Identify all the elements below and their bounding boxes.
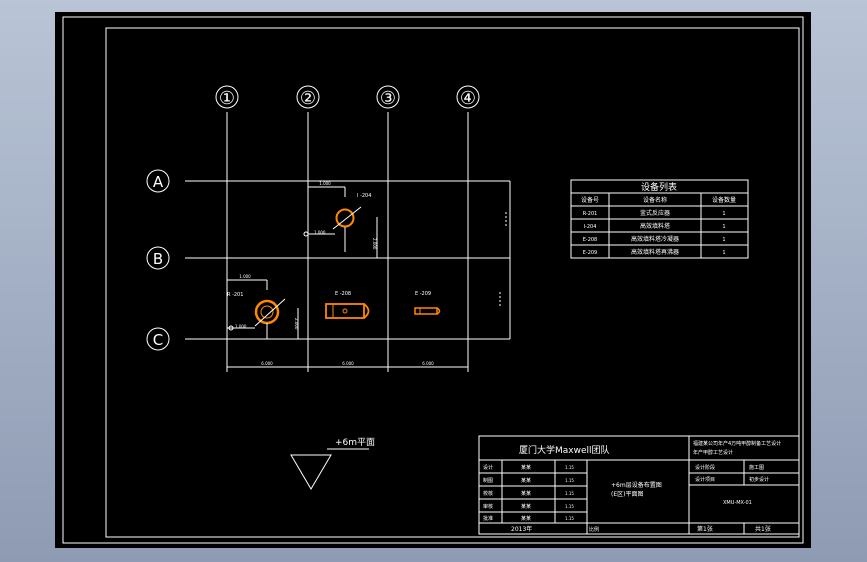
axis-row-a: A: [146, 169, 170, 193]
svg-text:I-204: I-204: [584, 224, 597, 230]
sheet-total: 共1张: [755, 525, 771, 533]
svg-text:E -208: E -208: [335, 291, 351, 297]
equipment-table: 设备列表 设备号 设备名称 设备数量 R-201 釜式反应器 1 I-204 高…: [570, 179, 749, 259]
svg-text:1.15: 1.15: [565, 516, 574, 521]
svg-text:设备数量: 设备数量: [712, 196, 736, 204]
svg-text:B: B: [153, 250, 163, 268]
team-name: 厦门大学Maxwell团队: [519, 444, 610, 456]
svg-text:④: ④: [460, 88, 476, 109]
svg-text:校核: 校核: [483, 490, 493, 497]
drawing-name: +6m层设备布置图: [611, 481, 662, 489]
svg-text:某某: 某某: [521, 516, 531, 522]
svg-text:1: 1: [722, 211, 725, 217]
sheet-number: 第1张: [697, 525, 713, 533]
svg-text:1: 1: [722, 250, 725, 256]
axis-col-1: ①: [215, 85, 239, 109]
svg-text:A: A: [153, 173, 164, 191]
svg-text:某某: 某某: [521, 491, 531, 497]
svg-text:①: ①: [219, 88, 235, 109]
svg-text:某某: 某某: [521, 504, 531, 510]
svg-text:设计项目: 设计项目: [695, 476, 715, 483]
project-title: 福建某公司年产4万吨甲醇制备工艺设计: [693, 440, 781, 447]
svg-text:C: C: [153, 331, 163, 349]
svg-text:釜式反应器: 釜式反应器: [640, 209, 670, 217]
elevation-marker-icon: [290, 454, 332, 490]
svg-text:某某: 某某: [521, 478, 531, 484]
svg-text:1.000: 1.000: [319, 181, 331, 186]
svg-text:②: ②: [300, 88, 316, 109]
cad-drawing: ① ② ③ ④ A B C 6.000 6.000 6.000 1.000 I …: [62, 16, 804, 544]
dim-bottom-3: 6.000: [422, 361, 434, 366]
svg-text:高效填料塔冷凝器: 高效填料塔冷凝器: [631, 235, 679, 243]
svg-text:审核: 审核: [483, 503, 493, 510]
svg-text:1.15: 1.15: [565, 504, 574, 509]
svg-text:R -201: R -201: [227, 292, 243, 298]
svg-text:E -209: E -209: [415, 291, 431, 297]
svg-text:1.15: 1.15: [565, 478, 574, 483]
axis-row-c: C: [146, 327, 170, 351]
svg-text:批准: 批准: [483, 515, 493, 522]
svg-text:1.15: 1.15: [565, 465, 574, 470]
outer-frame: [62, 16, 804, 544]
svg-text:E-208: E-208: [583, 237, 598, 243]
drawing-number: XMU-MX-01: [723, 500, 752, 506]
svg-text:2.000: 2.000: [372, 238, 377, 250]
svg-text:2.000: 2.000: [294, 318, 299, 330]
svg-text:I -204: I -204: [357, 193, 371, 199]
inner-frame: [105, 27, 800, 538]
svg-text:设备名称: 设备名称: [643, 196, 667, 204]
axis-col-4: ④: [456, 85, 480, 109]
scale-label: 比例: [589, 526, 599, 533]
svg-text:设计阶段: 设计阶段: [695, 464, 715, 471]
right-dimensions: [480, 180, 511, 339]
project-subtitle: 年产甲醇工艺设计: [693, 449, 733, 456]
axis-col-2: ②: [296, 85, 320, 109]
dim-bottom-2: 6.000: [342, 361, 354, 366]
plan-label: +6m平面: [335, 437, 375, 448]
drawing-viewport[interactable]: ① ② ③ ④ A B C 6.000 6.000 6.000 1.000 I …: [55, 12, 811, 548]
svg-text:1: 1: [722, 237, 725, 243]
svg-text:1.000: 1.000: [239, 274, 251, 279]
svg-text:某某: 某某: [521, 465, 531, 471]
equipment-e209[interactable]: E -209: [414, 291, 441, 315]
svg-text:设备号: 设备号: [581, 196, 599, 204]
grid-lines: [185, 112, 510, 372]
svg-text:设计: 设计: [483, 464, 493, 471]
svg-text:③: ③: [380, 88, 396, 109]
svg-text:高效填料塔再沸器: 高效填料塔再沸器: [631, 248, 679, 256]
equipment-table-title: 设备列表: [641, 181, 677, 193]
equipment-i204[interactable]: 1.000 I -204 1.000 2.000: [303, 181, 378, 258]
svg-text:1.000: 1.000: [314, 230, 326, 235]
svg-text:1.15: 1.15: [565, 491, 574, 496]
svg-text:1: 1: [722, 224, 725, 230]
svg-text:高效填料塔: 高效填料塔: [640, 222, 670, 230]
design-year: 2013年: [511, 525, 532, 533]
axis-col-3: ③: [376, 85, 400, 109]
drawing-subname: (E区)平面图: [611, 491, 643, 498]
svg-text:施工图: 施工图: [749, 464, 764, 471]
equipment-e208[interactable]: E -208: [325, 291, 370, 319]
dim-bottom-1: 6.000: [261, 361, 273, 366]
svg-text:E-209: E-209: [583, 250, 598, 256]
equipment-r201[interactable]: 1.000 R -201 1.000 2.000: [227, 274, 299, 339]
svg-text:R-201: R-201: [583, 211, 598, 217]
axis-row-b: B: [146, 246, 170, 270]
svg-text:制图: 制图: [483, 477, 493, 484]
svg-text:初步设计: 初步设计: [749, 476, 769, 483]
svg-text:1.000: 1.000: [235, 324, 247, 329]
